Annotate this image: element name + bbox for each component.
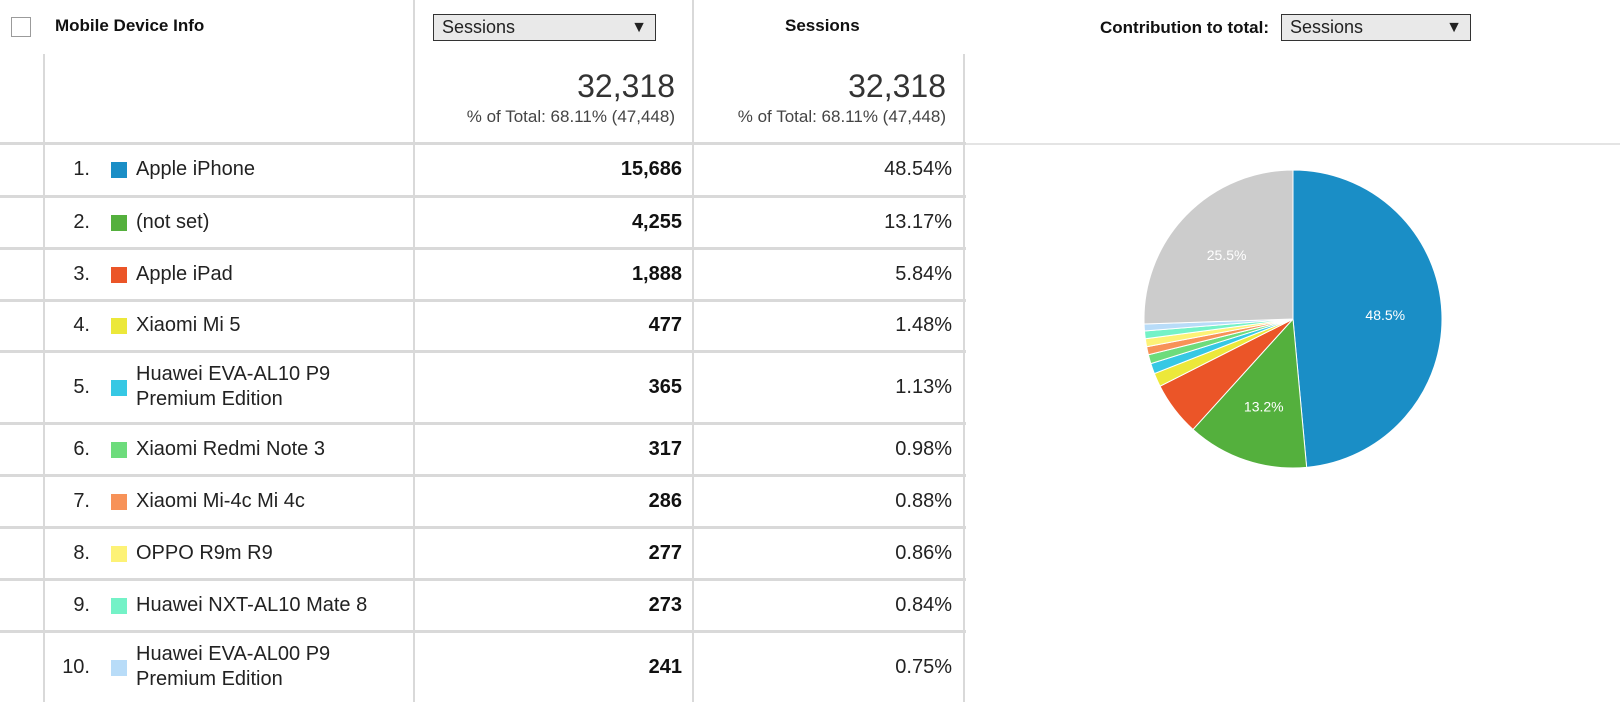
- sessions-value: 317: [648, 438, 682, 460]
- table-row: 3. Apple iPad 1,888 5.84%: [0, 250, 966, 299]
- total-contribution-value: 32,318: [848, 68, 946, 104]
- device-name-link[interactable]: Xiaomi Redmi Note 3: [136, 437, 325, 462]
- contribution-percent: 0.98%: [895, 438, 952, 460]
- total-sessions-value: 32,318: [577, 68, 675, 104]
- series-color-swatch: [111, 546, 127, 562]
- table-row: 7. Xiaomi Mi-4c Mi 4c 286 0.88%: [0, 477, 966, 526]
- contribution-percent: 1.48%: [895, 314, 952, 336]
- row-rank: 4.: [73, 314, 90, 336]
- device-name-link[interactable]: Xiaomi Mi-4c Mi 4c: [136, 489, 305, 514]
- pie-slice-label: 13.2%: [1244, 399, 1284, 415]
- series-color-swatch: [111, 494, 127, 510]
- table-row: 6. Xiaomi Redmi Note 3 317 0.98%: [0, 425, 966, 474]
- device-name-link[interactable]: Apple iPad: [136, 262, 233, 287]
- sessions-value: 4,255: [631, 211, 682, 233]
- contribution-pie-chart: 48.5% 13.2% 25.5%: [1143, 169, 1443, 469]
- metric-select-value: Sessions: [442, 17, 516, 37]
- contribution-select-value: Sessions: [1290, 17, 1364, 37]
- sessions-value: 273: [648, 594, 682, 616]
- contribution-percent: 5.84%: [895, 263, 952, 285]
- series-color-swatch: [111, 380, 127, 396]
- row-rank: 3.: [73, 263, 90, 285]
- contribution-percent: 1.13%: [895, 376, 952, 398]
- table-row: 10. Huawei EVA-AL00 P9 Premium Edition 2…: [0, 633, 966, 702]
- dropdown-arrow-icon: ▼: [1446, 19, 1462, 36]
- table-row: 4. Xiaomi Mi 5 477 1.48%: [0, 302, 966, 350]
- device-name-link[interactable]: OPPO R9m R9: [136, 541, 273, 566]
- contribution-percent: 48.54%: [884, 158, 952, 180]
- row-rank: 9.: [73, 594, 90, 616]
- device-name-link[interactable]: Huawei EVA-AL10 P9 Premium Edition: [136, 362, 366, 412]
- pie-slice-label: 25.5%: [1207, 247, 1247, 263]
- contribution-percent: 0.86%: [895, 542, 952, 564]
- series-color-swatch: [111, 162, 127, 178]
- series-color-swatch: [111, 598, 127, 614]
- select-all-checkbox[interactable]: [11, 17, 31, 37]
- contribution-select[interactable]: Sessions ▼: [1281, 14, 1471, 41]
- table-row: 8. OPPO R9m R9 277 0.86%: [0, 529, 966, 578]
- row-rank: 7.: [73, 490, 90, 512]
- contribution-percent: 0.88%: [895, 490, 952, 512]
- row-rank: 1.: [73, 158, 90, 180]
- total-sessions-percent: % of Total: 68.11% (47,448): [466, 107, 675, 126]
- table-row: 1. Apple iPhone 15,686 48.54%: [0, 145, 966, 195]
- row-rank: 2.: [73, 211, 90, 233]
- metric-select[interactable]: Sessions ▼: [433, 14, 656, 41]
- table-row: 2. (not set) 4,255 13.17%: [0, 198, 966, 247]
- sessions-value: 277: [648, 542, 682, 564]
- device-name-link[interactable]: Xiaomi Mi 5: [136, 313, 240, 338]
- sessions-value: 241: [648, 656, 682, 678]
- contribution-percent: 0.75%: [895, 656, 952, 678]
- series-color-swatch: [111, 660, 127, 676]
- series-color-swatch: [111, 267, 127, 283]
- series-color-swatch: [111, 442, 127, 458]
- device-name-link[interactable]: Huawei NXT-AL10 Mate 8: [136, 593, 367, 618]
- series-color-swatch: [111, 215, 127, 231]
- table-row: 5. Huawei EVA-AL10 P9 Premium Edition 36…: [0, 353, 966, 422]
- sessions-value: 477: [648, 314, 682, 336]
- header-divider: [963, 143, 1620, 145]
- dimension-header[interactable]: Mobile Device Info: [55, 16, 204, 36]
- row-rank: 6.: [73, 438, 90, 460]
- row-rank: 5.: [73, 376, 90, 398]
- dropdown-arrow-icon: ▼: [631, 19, 647, 36]
- contribution-label: Contribution to total:: [1100, 18, 1270, 37]
- device-name-link[interactable]: (not set): [136, 210, 209, 235]
- device-name-link[interactable]: Huawei EVA-AL00 P9 Premium Edition: [136, 642, 366, 692]
- table-row: 9. Huawei NXT-AL10 Mate 8 273 0.84%: [0, 581, 966, 630]
- pie-slice-label: 48.5%: [1365, 307, 1405, 323]
- total-contribution-percent: % of Total: 68.11% (47,448): [737, 107, 946, 126]
- sessions-value: 286: [648, 490, 682, 512]
- sessions-header[interactable]: Sessions: [785, 16, 860, 36]
- sessions-value: 365: [648, 376, 682, 398]
- device-name-link[interactable]: Apple iPhone: [136, 157, 255, 182]
- contribution-percent: 0.84%: [895, 594, 952, 616]
- row-rank: 10.: [62, 656, 90, 678]
- series-color-swatch: [111, 318, 127, 334]
- sessions-value: 15,686: [620, 158, 682, 180]
- contribution-percent: 13.17%: [884, 211, 952, 233]
- sessions-value: 1,888: [631, 263, 682, 285]
- row-rank: 8.: [73, 542, 90, 564]
